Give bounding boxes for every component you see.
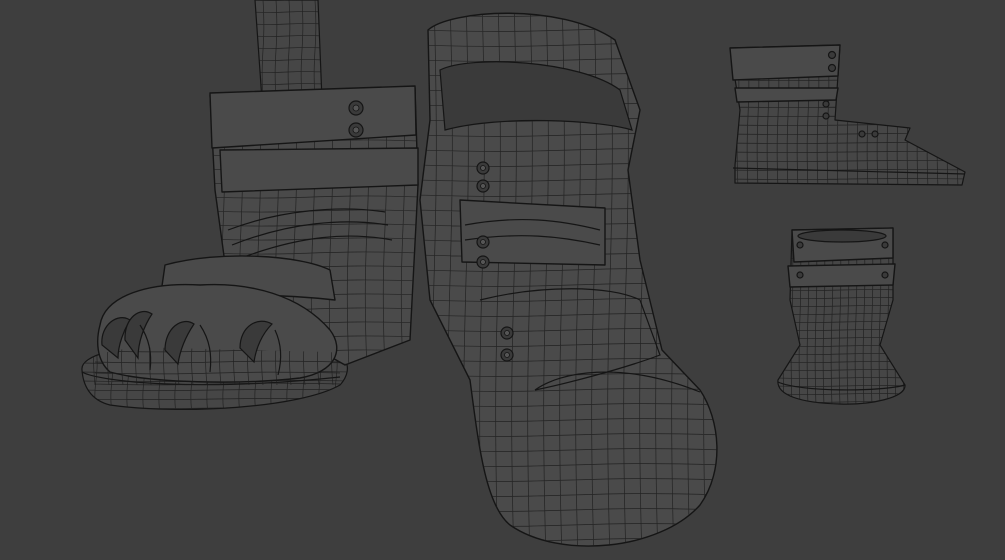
boot-mesh [419,12,718,547]
front-view-sandal-mesh [777,227,906,405]
side-view-sandal-mesh [729,44,966,186]
wireframe-scene [81,0,966,547]
clawed-sandal-mesh [81,85,419,411]
leg-mesh [254,0,323,101]
3d-viewport[interactable] [0,0,1005,560]
